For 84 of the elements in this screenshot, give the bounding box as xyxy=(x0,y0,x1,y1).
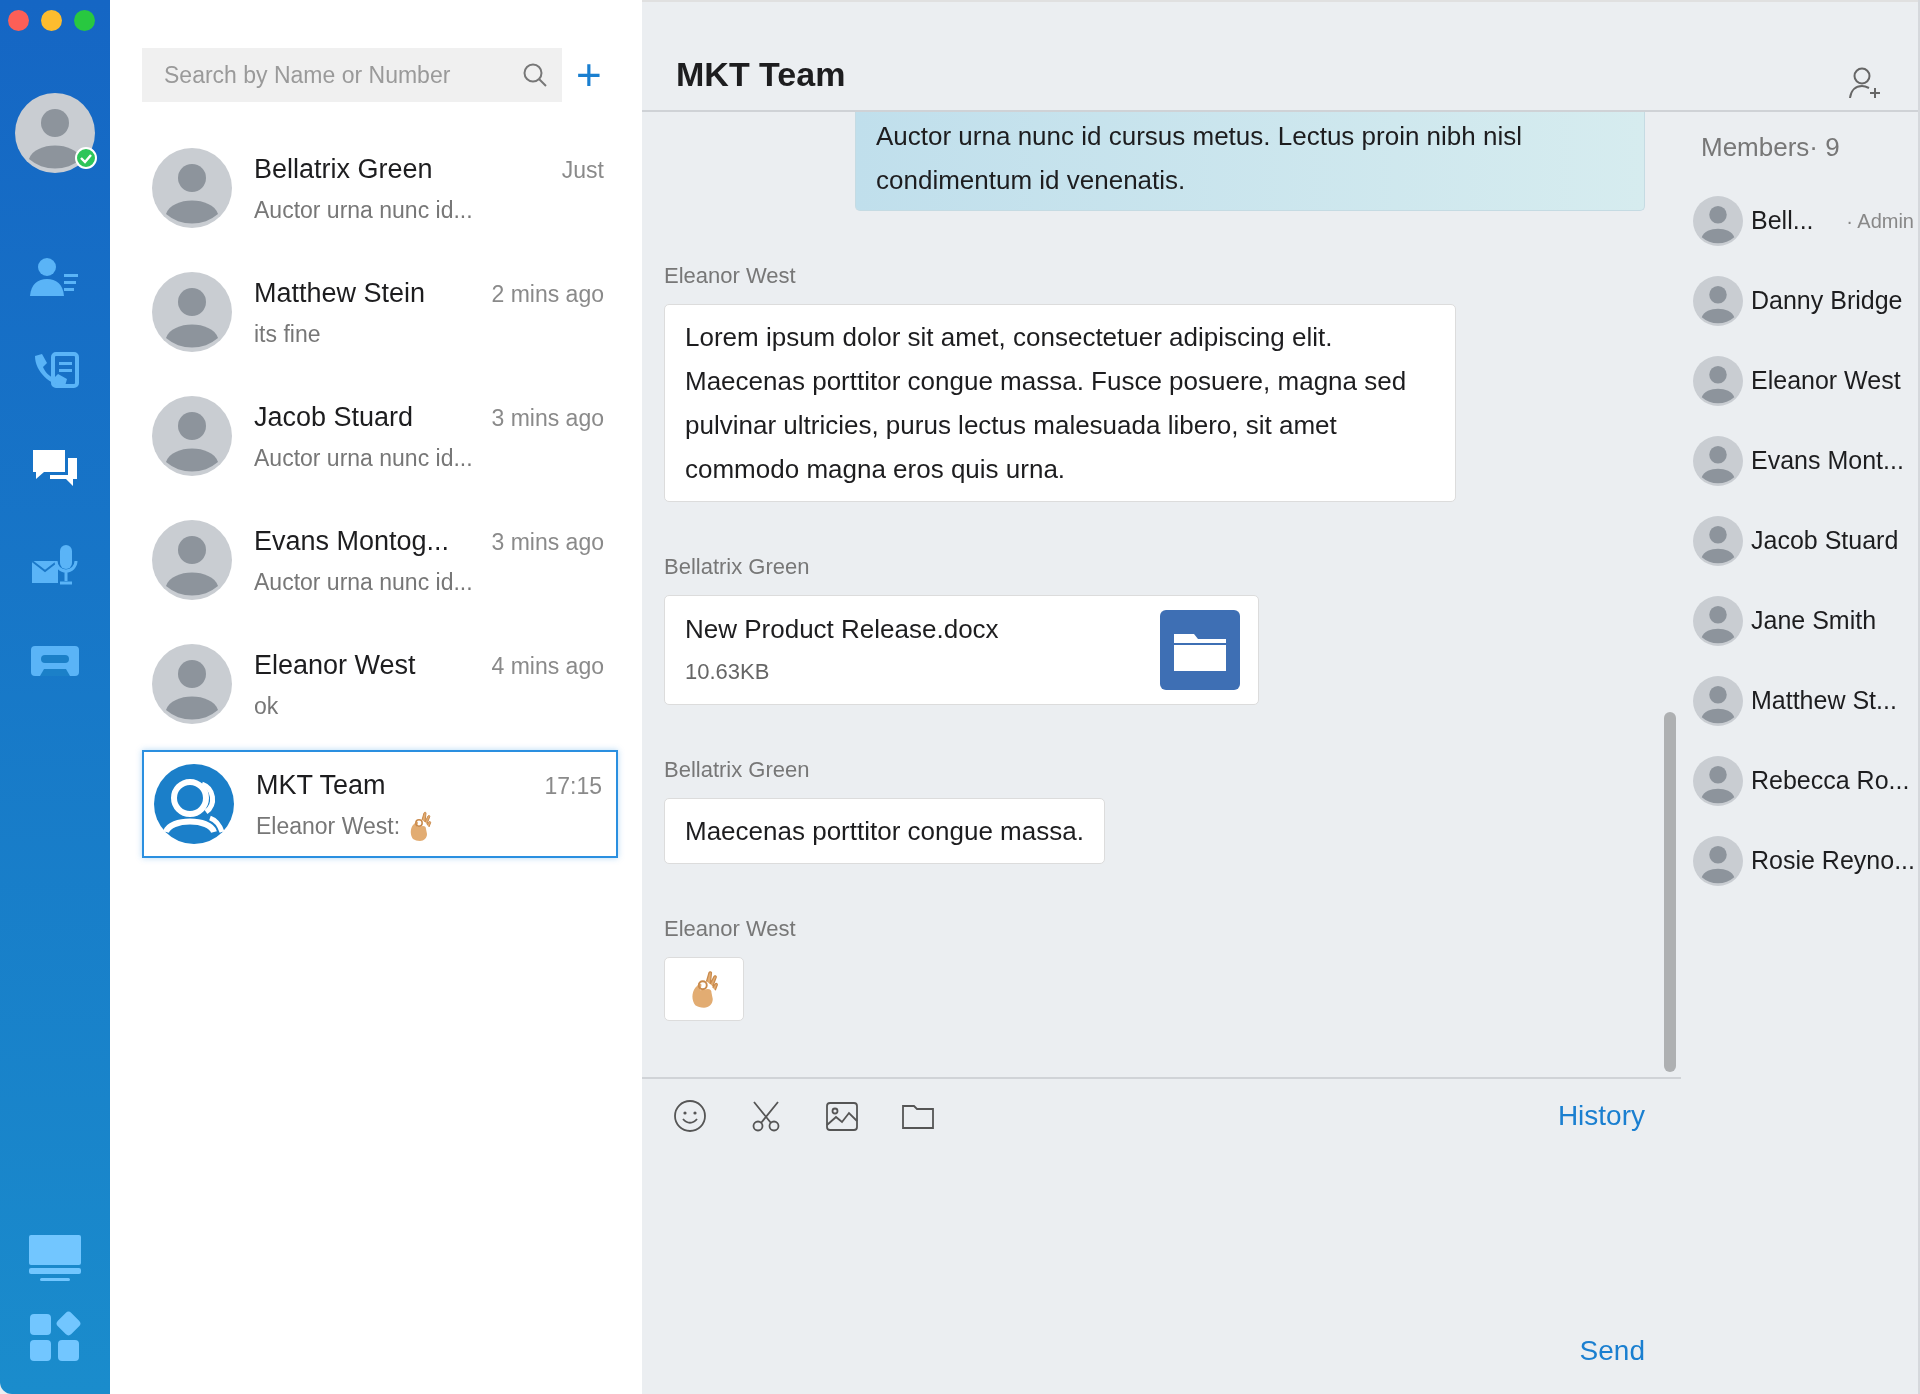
conversation-item[interactable]: Matthew Stein 2 mins ago its fine xyxy=(142,250,618,374)
search-icon[interactable] xyxy=(522,62,548,88)
message-preview: Auctor urna nunc id... xyxy=(254,444,473,473)
member-item[interactable]: Rosie Reyno... xyxy=(1693,821,1918,901)
send-button[interactable]: Send xyxy=(1579,1330,1645,1372)
message-preview: Auctor urna nunc id... xyxy=(254,196,473,225)
add-person-icon[interactable] xyxy=(1848,66,1882,100)
sender-name: Eleanor West xyxy=(664,915,796,943)
person-list-icon[interactable] xyxy=(30,256,80,298)
conversation-item[interactable]: Evans Montog... 3 mins ago Auctor urna nunc id... xyxy=(142,498,618,622)
conversation-item[interactable]: Eleanor West 4 mins ago ok xyxy=(142,622,618,746)
conversation-item[interactable]: Bellatrix Green Just Auctor urna nunc id... xyxy=(142,126,618,250)
ok-hand-icon xyxy=(689,970,719,1008)
message-time: 3 mins ago xyxy=(491,527,604,557)
message-time: 4 mins ago xyxy=(491,651,604,681)
member-role: · Admin xyxy=(1846,209,1914,234)
message-preview: its fine xyxy=(254,320,321,349)
conversation-item[interactable]: Jacob Stuard 3 mins ago Auctor urna nunc id... xyxy=(142,374,618,498)
message-bubble: Lorem ipsum dolor sit amet, consectetuer adipiscing elit. Maecenas porttitor congue massa. Fusce posuere, magna sed pulvinar ultricies, purus lectus malesuada libero, sit amet commodo magna eros quis urna. xyxy=(664,304,1456,502)
member-name: Jane Smith xyxy=(1751,605,1877,637)
app-grid-icon[interactable] xyxy=(29,1310,81,1362)
member-name: Danny Bridge xyxy=(1751,285,1903,317)
message-preview: Eleanor West: xyxy=(256,812,401,841)
member-item[interactable]: Jane Smith xyxy=(1693,581,1918,661)
member-name: Bell... xyxy=(1751,205,1814,237)
history-link[interactable]: History xyxy=(1557,1095,1645,1137)
member-item[interactable]: Matthew St... xyxy=(1693,661,1918,741)
member-name: Rebecca Ro... xyxy=(1751,765,1910,797)
message-bubble: Maecenas porttitor congue massa. xyxy=(664,798,1105,864)
monitor-icon[interactable] xyxy=(28,1234,82,1282)
close-button[interactable] xyxy=(8,10,29,31)
member-avatar xyxy=(1693,756,1743,806)
message-preview: Auctor urna nunc id... xyxy=(254,568,473,597)
file-size: 10.63KB xyxy=(685,659,771,686)
member-avatar xyxy=(1693,276,1743,326)
contact-name: Jacob Stuard xyxy=(254,400,414,434)
contact-name: Eleanor West xyxy=(254,648,416,682)
sender-name: Bellatrix Green xyxy=(664,756,810,784)
member-item[interactable]: Bell... · Admin xyxy=(1693,181,1918,261)
cassette-icon[interactable] xyxy=(30,644,80,678)
member-name: Evans Mont... xyxy=(1751,445,1904,477)
member-avatar xyxy=(1693,516,1743,566)
member-item[interactable]: Rebecca Ro... xyxy=(1693,741,1918,821)
sent-message: Auctor urna nunc id cursus metus. Lectus proin nibh nisl condimentum id venenatis. xyxy=(855,112,1645,211)
add-button[interactable]: + xyxy=(570,53,608,97)
member-item[interactable]: Jacob Stuard xyxy=(1693,501,1918,581)
message-time: 2 mins ago xyxy=(491,279,604,309)
sender-name: Bellatrix Green xyxy=(664,553,810,581)
member-avatar xyxy=(1693,436,1743,486)
scrollbar-thumb[interactable] xyxy=(1664,712,1676,1072)
member-name: Jacob Stuard xyxy=(1751,525,1899,557)
member-name: Matthew St... xyxy=(1751,685,1897,717)
emoji-icon[interactable] xyxy=(672,1098,708,1134)
contact-name: MKT Team xyxy=(256,768,386,802)
member-avatar xyxy=(1693,356,1743,406)
envelope-mic-icon[interactable] xyxy=(30,543,80,587)
message-time: 3 mins ago xyxy=(491,403,604,433)
search-field[interactable]: Search by Name or Number xyxy=(142,48,562,102)
message-time: Just xyxy=(561,155,604,185)
member-avatar xyxy=(1693,196,1743,246)
member-name: Eleanor West xyxy=(1751,365,1901,397)
group-avatar-icon xyxy=(154,764,234,844)
members-heading: Members· 9 xyxy=(1701,131,1841,164)
member-name: Rosie Reyno... xyxy=(1751,845,1915,877)
file-name: New Product Release.docx xyxy=(685,614,999,646)
file-card[interactable]: New Product Release.docx 10.63KB xyxy=(664,595,1259,705)
contact-name: Evans Montog... xyxy=(254,524,450,558)
member-item[interactable]: Evans Mont... xyxy=(1693,421,1918,501)
folder-icon xyxy=(1160,610,1240,690)
contact-name: Matthew Stein xyxy=(254,276,426,310)
member-avatar xyxy=(1693,836,1743,886)
member-avatar xyxy=(1693,676,1743,726)
minimize-button[interactable] xyxy=(41,10,62,31)
sender-name: Eleanor West xyxy=(664,262,796,290)
profile-avatar[interactable] xyxy=(15,93,95,173)
chat-title: MKT Team xyxy=(676,54,846,95)
message-preview: ok xyxy=(254,692,279,721)
conversation-item[interactable]: MKT Team 17:15 Eleanor West: xyxy=(142,750,618,858)
member-avatar xyxy=(1693,596,1743,646)
member-item[interactable]: Danny Bridge xyxy=(1693,261,1918,341)
contact-name: Bellatrix Green xyxy=(254,152,433,186)
member-item[interactable]: Eleanor West xyxy=(1693,341,1918,421)
zoom-button[interactable] xyxy=(74,10,95,31)
message-time: 17:15 xyxy=(544,771,602,801)
